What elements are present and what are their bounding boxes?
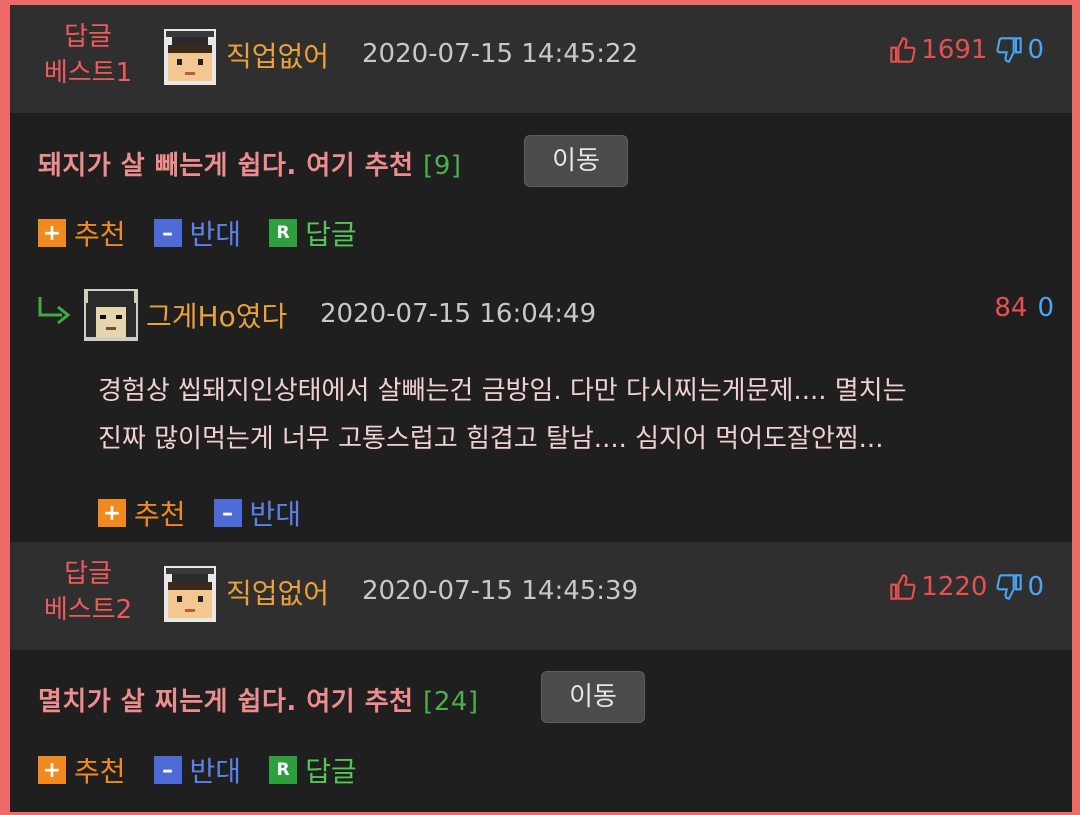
reply-label: 답글: [305, 218, 357, 251]
plus-icon: +: [38, 756, 66, 784]
reply-downvote-button[interactable]: – 반대: [213, 493, 302, 533]
comment-list: 답글 베스트1 직업없어 2020-07-15 14:45:22 1691 0 …: [10, 5, 1072, 812]
thumb-up-icon[interactable]: [889, 573, 917, 601]
move-button[interactable]: 이동: [541, 671, 645, 723]
upvote-count: 1691: [921, 35, 988, 65]
downvote-count: 0: [1027, 572, 1044, 602]
reply-downvote-count: 0: [1037, 293, 1054, 323]
best-badge-line2: 베스트2: [43, 595, 133, 625]
reply-count[interactable]: [9]: [423, 151, 461, 181]
downvote-button[interactable]: – 반대: [153, 750, 242, 790]
comment-actions: + 추천 – 반대 R 답글: [38, 213, 357, 253]
best-comment-header: 답글 베스트2 직업없어 2020-07-15 14:45:39 1220 0: [10, 542, 1072, 650]
reply-timestamp: 2020-07-15 16:04:49: [320, 299, 597, 329]
reply-count[interactable]: [24]: [423, 687, 478, 717]
upvote-label: 추천: [74, 755, 126, 788]
reply-button[interactable]: R 답글: [269, 750, 357, 790]
comment-actions: + 추천 – 반대 R 답글: [38, 750, 357, 790]
plus-icon: +: [38, 219, 66, 247]
upvote-button[interactable]: + 추천: [38, 750, 126, 790]
best-comment-header: 답글 베스트1 직업없어 2020-07-15 14:45:22 1691 0: [10, 5, 1072, 113]
minus-icon: –: [153, 219, 182, 247]
best-badge: 답글 베스트2: [28, 556, 148, 628]
reply-label: 답글: [305, 755, 357, 788]
comment-body: 멸치가 살 찌는게 쉽다. 여기 추천: [38, 687, 414, 717]
avatar[interactable]: [164, 566, 216, 622]
downvote-count: 0: [1027, 35, 1044, 65]
avatar[interactable]: [164, 29, 216, 85]
best-badge-line2: 베스트1: [43, 58, 133, 88]
reply-upvote-button[interactable]: + 추천: [98, 493, 186, 533]
upvote-label: 추천: [134, 498, 186, 531]
downvote-button[interactable]: – 반대: [153, 213, 242, 253]
thumb-down-icon[interactable]: [995, 573, 1023, 601]
thumb-down-icon[interactable]: [995, 36, 1023, 64]
reply-icon: R: [269, 756, 298, 784]
timestamp: 2020-07-15 14:45:22: [362, 39, 639, 69]
reply-arrow-icon: [36, 295, 72, 331]
move-button[interactable]: 이동: [524, 135, 628, 187]
plus-icon: +: [98, 499, 126, 527]
best-badge-line1: 답글: [64, 559, 112, 589]
thumb-up-icon[interactable]: [889, 36, 917, 64]
downvote-label: 반대: [189, 218, 242, 251]
best-badge: 답글 베스트1: [28, 19, 148, 91]
upvote-count: 1220: [921, 572, 988, 602]
reply-actions: + 추천 – 반대: [98, 493, 301, 533]
vote-counts: 1691 0: [889, 35, 1044, 65]
reply-author-name[interactable]: 그게Ho였다: [146, 295, 287, 335]
reply-button[interactable]: R 답글: [269, 213, 357, 253]
reply-icon: R: [269, 219, 298, 247]
downvote-label: 반대: [189, 755, 242, 788]
minus-icon: –: [213, 499, 242, 527]
minus-icon: –: [153, 756, 182, 784]
reply-text-line1: 경험상 씹돼지인상태에서 살빼는건 금방임. 다만 다시찌는게문제.... 멸치…: [98, 376, 907, 406]
author-name[interactable]: 직업없어: [226, 35, 329, 75]
upvote-button[interactable]: + 추천: [38, 213, 126, 253]
timestamp: 2020-07-15 14:45:39: [362, 576, 639, 606]
reply-text-line2: 진짜 많이먹는게 너무 고통스럽고 힘겹고 탈남.... 심지어 먹어도잘안찜.…: [98, 424, 884, 454]
reply-upvote-count: 84: [994, 293, 1028, 323]
comment-text: 돼지가 살 빼는게 쉽다. 여기 추천 [9]: [38, 145, 462, 182]
vote-counts: 1220 0: [889, 572, 1044, 602]
downvote-label: 반대: [249, 498, 302, 531]
best-badge-line1: 답글: [64, 22, 112, 52]
reply-vote-counts: 84 0: [994, 293, 1054, 323]
author-name[interactable]: 직업없어: [226, 572, 329, 612]
comment-text: 멸치가 살 찌는게 쉽다. 여기 추천 [24]: [38, 681, 479, 718]
upvote-label: 추천: [74, 218, 126, 251]
comment-body: 돼지가 살 빼는게 쉽다. 여기 추천: [38, 151, 414, 181]
reply-text: 경험상 씹돼지인상태에서 살빼는건 금방임. 다만 다시찌는게문제.... 멸치…: [98, 367, 1048, 463]
avatar[interactable]: [84, 289, 138, 341]
